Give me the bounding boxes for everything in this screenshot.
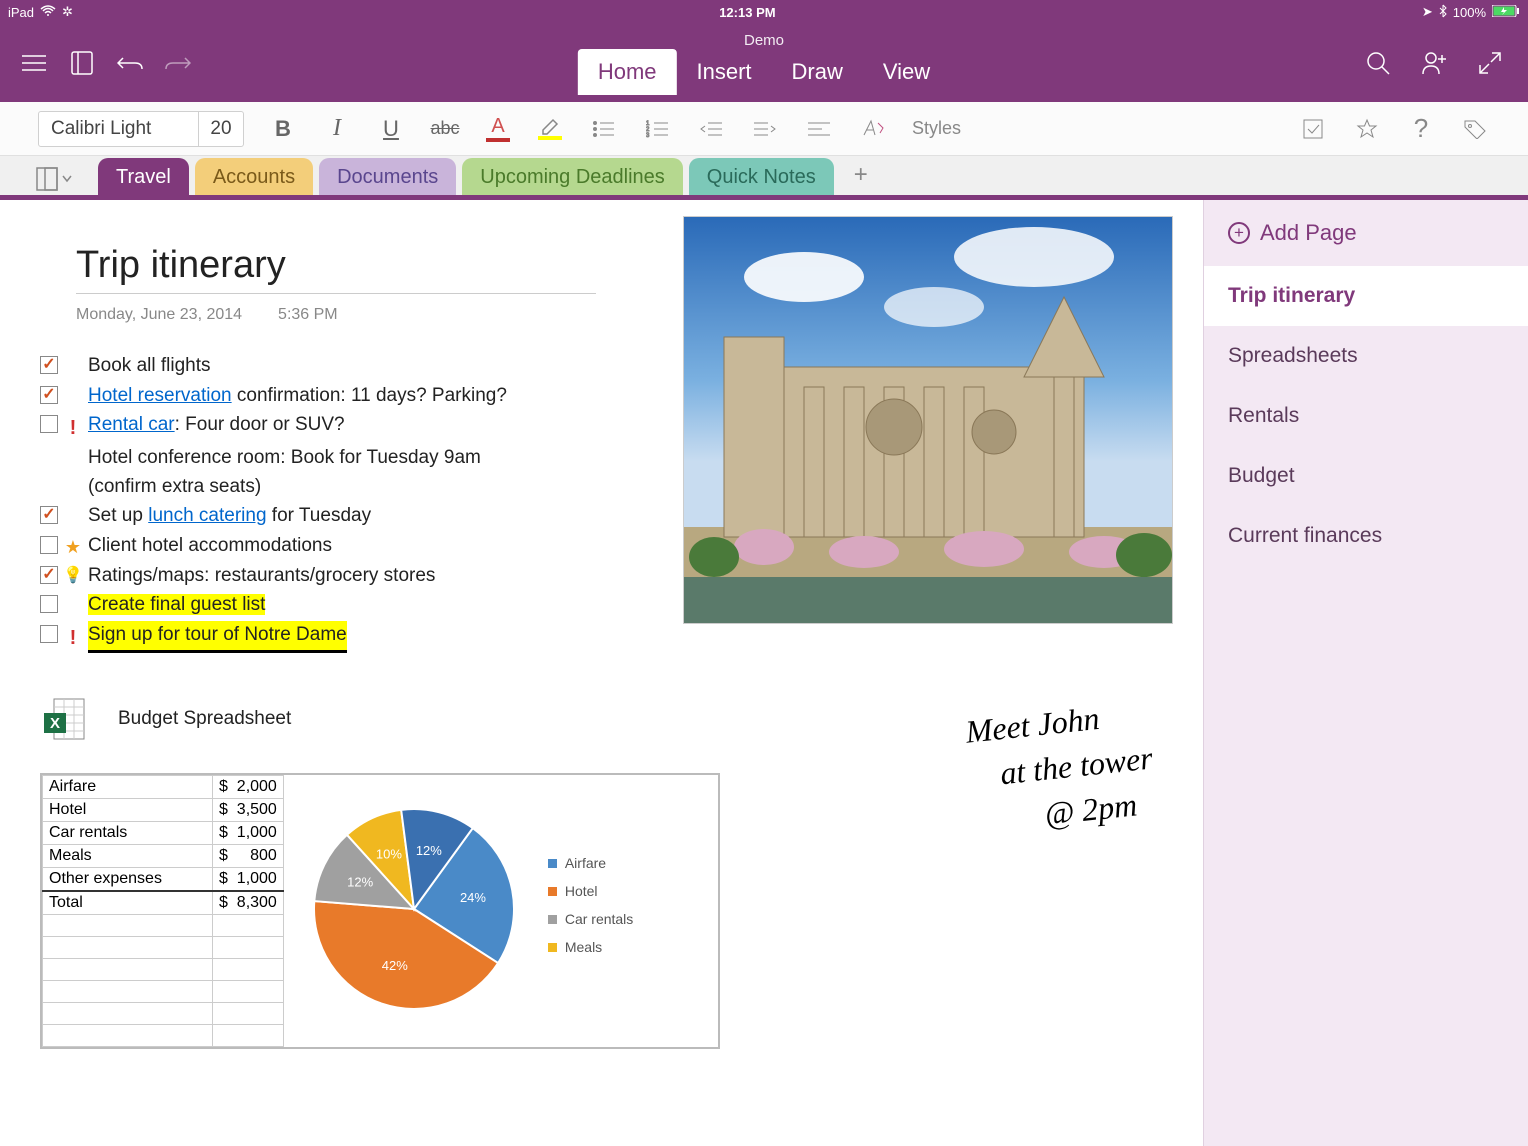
todo-text[interactable]: Sign up for tour of Notre Dame bbox=[88, 621, 1163, 654]
page-list-item[interactable]: Rentals bbox=[1204, 386, 1528, 446]
italic-button[interactable]: I bbox=[322, 114, 352, 144]
format-toolbar: Calibri Light 20 B I U abc A 123 Styles … bbox=[0, 102, 1528, 156]
styles-icon[interactable] bbox=[858, 114, 888, 144]
battery-pct: 100% bbox=[1453, 5, 1486, 20]
page-list-item[interactable]: Trip itinerary bbox=[1204, 266, 1528, 326]
location-icon: ➤ bbox=[1422, 4, 1433, 20]
table-row: Hotel$ 3,500 bbox=[43, 799, 284, 822]
page-list-panel: + Add Page Trip itinerary Spreadsheets R… bbox=[1203, 200, 1528, 1146]
search-icon[interactable] bbox=[1364, 49, 1392, 77]
svg-text:42%: 42% bbox=[382, 957, 408, 972]
plus-circle-icon: + bbox=[1228, 222, 1250, 244]
important-icon: ! bbox=[70, 623, 77, 653]
svg-text:X: X bbox=[50, 715, 60, 732]
important-icon: ! bbox=[70, 413, 77, 443]
notre-dame-photo[interactable] bbox=[683, 216, 1173, 624]
svg-text:12%: 12% bbox=[416, 842, 442, 857]
section-tab-travel[interactable]: Travel bbox=[98, 158, 189, 195]
page-list-item[interactable]: Budget bbox=[1204, 446, 1528, 506]
clock: 12:13 PM bbox=[719, 5, 775, 20]
font-color-button[interactable]: A bbox=[484, 115, 512, 143]
table-row-total: Total$ 8,300 bbox=[43, 891, 284, 915]
checkbox-icon[interactable] bbox=[40, 386, 58, 404]
todo-text[interactable]: Hotel conference room: Book for Tuesday … bbox=[88, 444, 528, 501]
add-section-button[interactable]: + bbox=[840, 155, 882, 195]
indent-button[interactable] bbox=[750, 114, 780, 144]
page-list-item[interactable]: Spreadsheets bbox=[1204, 326, 1528, 386]
highlight-button[interactable] bbox=[536, 115, 564, 143]
question-tag-button[interactable]: ? bbox=[1406, 114, 1436, 144]
star-tag-button[interactable] bbox=[1352, 114, 1382, 144]
bullets-button[interactable] bbox=[588, 114, 618, 144]
font-picker[interactable]: Calibri Light 20 bbox=[38, 111, 244, 147]
svg-text:12%: 12% bbox=[347, 874, 373, 889]
tag-button[interactable] bbox=[1460, 114, 1490, 144]
notebook-dropdown-icon[interactable] bbox=[30, 163, 80, 195]
page-time: 5:36 PM bbox=[278, 306, 338, 324]
table-row: Meals$ 800 bbox=[43, 845, 284, 868]
redo-icon[interactable] bbox=[164, 49, 192, 77]
note-canvas[interactable]: Trip itinerary Monday, June 23, 2014 5:3… bbox=[0, 200, 1203, 1146]
outdent-button[interactable] bbox=[696, 114, 726, 144]
table-row: Car rentals$ 1,000 bbox=[43, 822, 284, 845]
font-name[interactable]: Calibri Light bbox=[39, 112, 199, 146]
table-row: Airfare$ 2,000 bbox=[43, 776, 284, 799]
tab-view[interactable]: View bbox=[863, 49, 950, 95]
section-tab-deadlines[interactable]: Upcoming Deadlines bbox=[462, 158, 683, 195]
align-button[interactable] bbox=[804, 114, 834, 144]
svg-text:24%: 24% bbox=[460, 889, 486, 904]
checkbox-icon[interactable] bbox=[40, 566, 58, 584]
section-tab-quick[interactable]: Quick Notes bbox=[689, 158, 834, 195]
checkbox-icon[interactable] bbox=[40, 356, 58, 374]
page-list-item[interactable]: Current finances bbox=[1204, 506, 1528, 566]
attachment-label: Budget Spreadsheet bbox=[118, 708, 291, 730]
budget-table[interactable]: Airfare$ 2,000 Hotel$ 3,500 Car rentals$… bbox=[42, 775, 284, 1047]
pie-chart: 24%42%12%10%12% AirfareHotelCar rentalsM… bbox=[284, 775, 653, 1047]
page-date: Monday, June 23, 2014 bbox=[76, 306, 242, 324]
checkbox-tag-button[interactable] bbox=[1298, 114, 1328, 144]
table-row: Other expenses$ 1,000 bbox=[43, 868, 284, 892]
checkbox-icon[interactable] bbox=[40, 506, 58, 524]
star-icon: ★ bbox=[65, 534, 81, 561]
bulb-icon: 💡 bbox=[63, 564, 83, 588]
hamburger-icon[interactable] bbox=[20, 49, 48, 77]
tab-home[interactable]: Home bbox=[578, 49, 677, 95]
device-label: iPad bbox=[8, 5, 34, 20]
panel-icon[interactable] bbox=[68, 49, 96, 77]
section-tab-bar: Travel Accounts Documents Upcoming Deadl… bbox=[0, 156, 1528, 200]
fullscreen-icon[interactable] bbox=[1476, 49, 1504, 77]
excel-file-icon[interactable]: X bbox=[44, 695, 88, 743]
tab-draw[interactable]: Draw bbox=[772, 49, 863, 95]
tab-insert[interactable]: Insert bbox=[677, 49, 772, 95]
chart-legend: AirfareHotelCar rentalsMeals bbox=[548, 855, 633, 967]
strikethrough-button[interactable]: abc bbox=[430, 114, 460, 144]
undo-icon[interactable] bbox=[116, 49, 144, 77]
bold-button[interactable]: B bbox=[268, 114, 298, 144]
checkbox-icon[interactable] bbox=[40, 415, 58, 433]
font-size[interactable]: 20 bbox=[199, 112, 243, 146]
checkbox-icon[interactable] bbox=[40, 595, 58, 613]
battery-icon bbox=[1492, 5, 1520, 20]
handwriting-ink[interactable]: Meet John at the tower @ 2pm bbox=[964, 691, 1160, 844]
numbering-button[interactable]: 123 bbox=[642, 114, 672, 144]
wifi-icon bbox=[40, 5, 56, 20]
underline-button[interactable]: U bbox=[376, 114, 406, 144]
styles-label[interactable]: Styles bbox=[912, 118, 961, 139]
svg-text:3: 3 bbox=[646, 133, 650, 138]
document-name: Demo bbox=[744, 32, 784, 49]
checkbox-icon[interactable] bbox=[40, 536, 58, 554]
loading-icon: ✲ bbox=[62, 4, 73, 20]
add-page-button[interactable]: + Add Page bbox=[1204, 200, 1528, 266]
bluetooth-icon bbox=[1439, 4, 1447, 21]
embedded-spreadsheet[interactable]: Airfare$ 2,000 Hotel$ 3,500 Car rentals$… bbox=[40, 773, 720, 1049]
ios-status-bar: iPad ✲ 12:13 PM ➤ 100% bbox=[0, 0, 1528, 24]
svg-text:10%: 10% bbox=[376, 846, 402, 861]
share-person-icon[interactable] bbox=[1420, 49, 1448, 77]
app-header: Demo Home Insert Draw View bbox=[0, 24, 1528, 102]
ribbon-tabs: Home Insert Draw View bbox=[578, 51, 950, 95]
section-tab-documents[interactable]: Documents bbox=[319, 158, 456, 195]
section-tab-accounts[interactable]: Accounts bbox=[195, 158, 313, 195]
checkbox-icon[interactable] bbox=[40, 625, 58, 643]
